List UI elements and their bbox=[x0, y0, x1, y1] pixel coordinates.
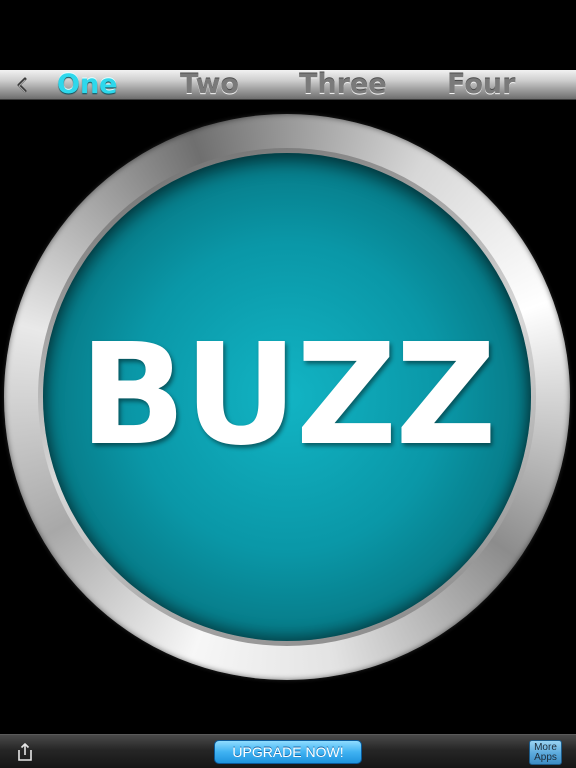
more-apps-label-line2: Apps bbox=[534, 751, 557, 763]
chevron-left-icon bbox=[17, 77, 27, 93]
buzz-label: BUZZ bbox=[79, 314, 496, 477]
share-icon bbox=[18, 743, 32, 761]
buzz-button[interactable]: BUZZ bbox=[4, 114, 570, 680]
tab-bar: One Two Three Four bbox=[0, 70, 576, 100]
upgrade-now-button[interactable]: UPGRADE NOW! bbox=[214, 740, 362, 764]
back-button[interactable] bbox=[10, 70, 34, 100]
tab-three[interactable]: Three bbox=[299, 70, 387, 100]
share-button[interactable] bbox=[12, 739, 38, 765]
tab-four[interactable]: Four bbox=[447, 70, 515, 100]
tab-one[interactable]: One bbox=[57, 70, 118, 100]
buzzer-app: One Two Three Four BUZZ UPGRADE NOW! Mor… bbox=[0, 0, 576, 768]
bottom-toolbar: UPGRADE NOW! More Apps bbox=[0, 734, 576, 768]
tab-two[interactable]: Two bbox=[180, 70, 239, 100]
more-apps-label-line1: More bbox=[534, 741, 557, 753]
buzzer-face: BUZZ bbox=[43, 153, 531, 641]
more-apps-button[interactable]: More Apps bbox=[529, 740, 562, 765]
